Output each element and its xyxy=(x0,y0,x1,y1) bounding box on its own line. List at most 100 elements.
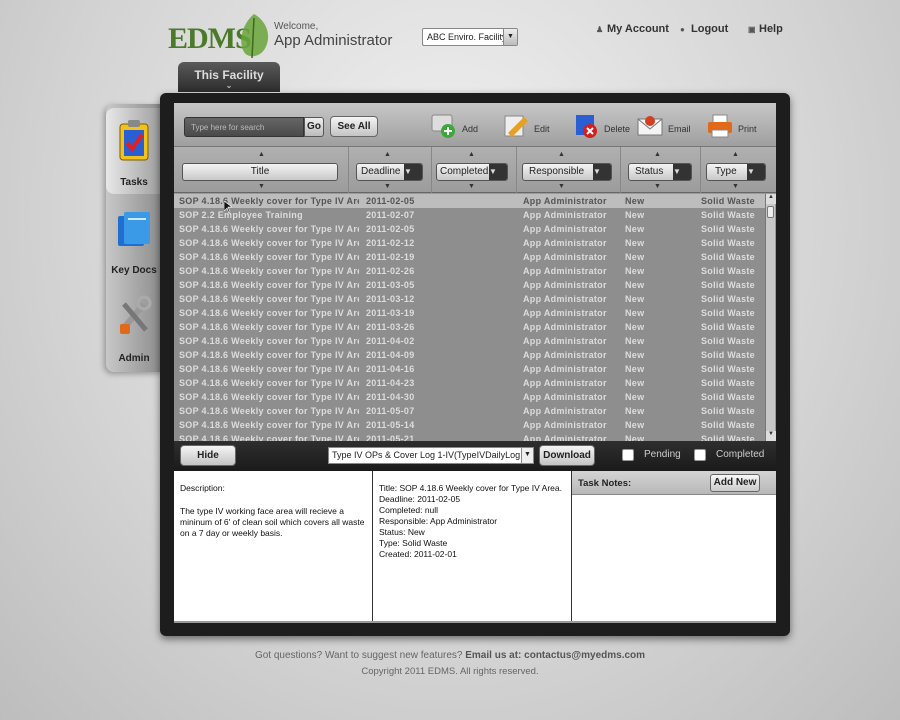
help-label: Help xyxy=(759,23,783,35)
completed-checkbox[interactable] xyxy=(694,449,706,461)
scroll-up-icon[interactable]: ▲ xyxy=(766,194,776,204)
facility-select[interactable]: ABC Enviro. Facility ▼ xyxy=(422,28,518,46)
task-responsible-cell: App Administrator xyxy=(523,420,607,430)
sort-up-icon[interactable]: ▲ xyxy=(558,151,565,158)
table-row[interactable]: SOP 4.18.6 Weekly cover for Type IV Area… xyxy=(174,320,766,334)
task-deadline-cell: 2011-05-21 xyxy=(366,434,415,441)
table-row[interactable]: SOP 4.18.6 Weekly cover for Type IV Area… xyxy=(174,390,766,404)
nav-key-docs[interactable]: Key Docs xyxy=(106,196,164,282)
task-created-line: Created: 2011-02-01 xyxy=(379,549,457,559)
task-title-cell: SOP 2.2 Employee Training xyxy=(179,210,303,220)
delete-label: Delete xyxy=(604,124,631,134)
document-select[interactable]: Type IV OPs & Cover Log 1-IV(TypeIVDaily… xyxy=(328,447,534,464)
sort-down-icon[interactable]: ▼ xyxy=(558,183,565,190)
description-text: The type IV working face area will recie… xyxy=(180,506,365,538)
see-all-button[interactable]: See All xyxy=(330,116,378,137)
table-row[interactable]: SOP 4.18.6 Weekly cover for Type IV Area… xyxy=(174,222,766,236)
task-type-cell: Solid Waste xyxy=(701,280,755,290)
task-responsible-cell: App Administrator xyxy=(523,322,607,332)
task-deadline-cell: 2011-04-16 xyxy=(366,364,415,374)
sort-up-icon[interactable]: ▲ xyxy=(384,151,391,158)
footer-copyright: Copyright 2011 EDMS. All rights reserved… xyxy=(361,666,539,677)
table-row[interactable]: SOP 4.18.6 Weekly cover for Type IV Area… xyxy=(174,404,766,418)
task-deadline-cell: 2011-03-05 xyxy=(366,280,415,290)
table-row[interactable]: SOP 4.18.6 Weekly cover for Type IV Area… xyxy=(174,278,766,292)
table-row[interactable]: SOP 4.18.6 Weekly cover for Type IV Area… xyxy=(174,418,766,432)
task-title-cell: SOP 4.18.6 Weekly cover for Type IV Area xyxy=(179,308,359,318)
logout-link[interactable]: ● Logout xyxy=(680,23,728,35)
task-deadline-cell: 2011-04-23 xyxy=(366,378,415,388)
sort-up-icon[interactable]: ▲ xyxy=(258,151,265,158)
responsible-column-button[interactable]: Responsible ▼ xyxy=(522,163,612,181)
task-completed-line: Completed: null xyxy=(379,505,439,515)
task-status-cell: New xyxy=(625,420,645,430)
table-row[interactable]: SOP 4.18.6 Weekly cover for Type IV Area… xyxy=(174,348,766,362)
column-divider xyxy=(620,147,621,193)
sort-down-icon[interactable]: ▼ xyxy=(384,183,391,190)
table-row[interactable]: SOP 4.18.6 Weekly cover for Type IV Area… xyxy=(174,264,766,278)
my-account-link[interactable]: ♟ My Account xyxy=(596,23,669,35)
user-name: App Administrator xyxy=(274,32,393,49)
table-row[interactable]: SOP 4.18.6 Weekly cover for Type IV Area… xyxy=(174,236,766,250)
task-deadline-cell: 2011-02-19 xyxy=(366,252,415,262)
task-type-cell: Solid Waste xyxy=(701,420,755,430)
sort-up-icon[interactable]: ▲ xyxy=(654,151,661,158)
task-notes-label: Task Notes: xyxy=(578,478,632,489)
add-new-note-button[interactable]: Add New xyxy=(710,474,760,492)
edms-logo: EDMS xyxy=(168,10,280,62)
column-divider xyxy=(700,147,701,193)
help-icon: ▣ xyxy=(748,25,756,34)
hide-button[interactable]: Hide xyxy=(180,445,236,466)
clipboard-check-icon xyxy=(119,120,149,161)
completed-label: Completed xyxy=(716,449,765,460)
task-responsible-cell: App Administrator xyxy=(523,224,607,234)
completed-column-button[interactable]: Completed ▼ xyxy=(436,163,508,181)
title-column-button[interactable]: Title xyxy=(182,163,338,181)
scroll-thumb[interactable] xyxy=(767,206,774,218)
scroll-down-icon[interactable]: ▼ xyxy=(766,431,776,441)
description-label: Description: xyxy=(180,483,225,493)
table-row[interactable]: SOP 4.18.6 Weekly cover for Type IV Area… xyxy=(174,250,766,264)
sort-up-icon[interactable]: ▲ xyxy=(732,151,739,158)
table-row[interactable]: SOP 2.2 Employee Training 2011-02-07 App A… xyxy=(174,208,766,222)
task-responsible-cell: App Administrator xyxy=(523,266,607,276)
status-column-button[interactable]: Status ▼ xyxy=(628,163,692,181)
task-responsible-cell: App Administrator xyxy=(523,364,607,374)
task-type-cell: Solid Waste xyxy=(701,392,755,402)
task-status-cell: New xyxy=(625,434,645,441)
go-button[interactable]: Go xyxy=(304,117,324,137)
pending-checkbox[interactable] xyxy=(622,449,634,461)
sort-down-icon[interactable]: ▼ xyxy=(468,183,475,190)
search-input[interactable]: Type here for search xyxy=(184,117,304,137)
nav-tasks[interactable]: Tasks xyxy=(106,108,164,194)
task-status-cell: New xyxy=(625,280,645,290)
table-row[interactable]: SOP 4.18.6 Weekly cover for Type IV Area… xyxy=(174,194,766,208)
download-button[interactable]: Download xyxy=(539,445,595,466)
task-title-cell: SOP 4.18.6 Weekly cover for Type IV Area xyxy=(179,364,359,374)
table-row[interactable]: SOP 4.18.6 Weekly cover for Type IV Area… xyxy=(174,334,766,348)
chevron-down-icon: ▼ xyxy=(503,29,517,45)
completed-column-label: Completed xyxy=(440,166,489,177)
list-scrollbar[interactable]: ▲ ▼ xyxy=(765,194,776,441)
table-row[interactable]: SOP 4.18.6 Weekly cover for Type IV Area… xyxy=(174,376,766,390)
table-row[interactable]: SOP 4.18.6 Weekly cover for Type IV Area… xyxy=(174,362,766,376)
task-deadline-cell: 2011-05-14 xyxy=(366,420,415,430)
nav-admin[interactable]: Admin xyxy=(106,284,164,370)
sort-down-icon[interactable]: ▼ xyxy=(654,183,661,190)
sort-down-icon[interactable]: ▼ xyxy=(258,183,265,190)
task-title-cell: SOP 4.18.6 Weekly cover for Type IV Area xyxy=(179,196,359,206)
sort-up-icon[interactable]: ▲ xyxy=(468,151,475,158)
table-row[interactable]: SOP 4.18.6 Weekly cover for Type IV Area… xyxy=(174,432,766,441)
task-deadline-cell: 2011-03-12 xyxy=(366,294,415,304)
table-row[interactable]: SOP 4.18.6 Weekly cover for Type IV Area… xyxy=(174,292,766,306)
type-column-button[interactable]: Type ▼ xyxy=(706,163,766,181)
table-row[interactable]: SOP 4.18.6 Weekly cover for Type IV Area… xyxy=(174,306,766,320)
sort-down-icon[interactable]: ▼ xyxy=(732,183,739,190)
deadline-column-button[interactable]: Deadline ▼ xyxy=(356,163,423,181)
footer-contact: Got questions? Want to suggest new featu… xyxy=(0,650,900,661)
task-title-cell: SOP 4.18.6 Weekly cover for Type IV Area xyxy=(179,266,359,276)
footer-email-link[interactable]: Email us at: contactus@myedms.com xyxy=(465,650,645,661)
task-status-cell: New xyxy=(625,406,645,416)
help-link[interactable]: ▣ Help xyxy=(748,23,783,35)
this-facility-tab[interactable]: This Facility ⌄ xyxy=(178,62,280,92)
